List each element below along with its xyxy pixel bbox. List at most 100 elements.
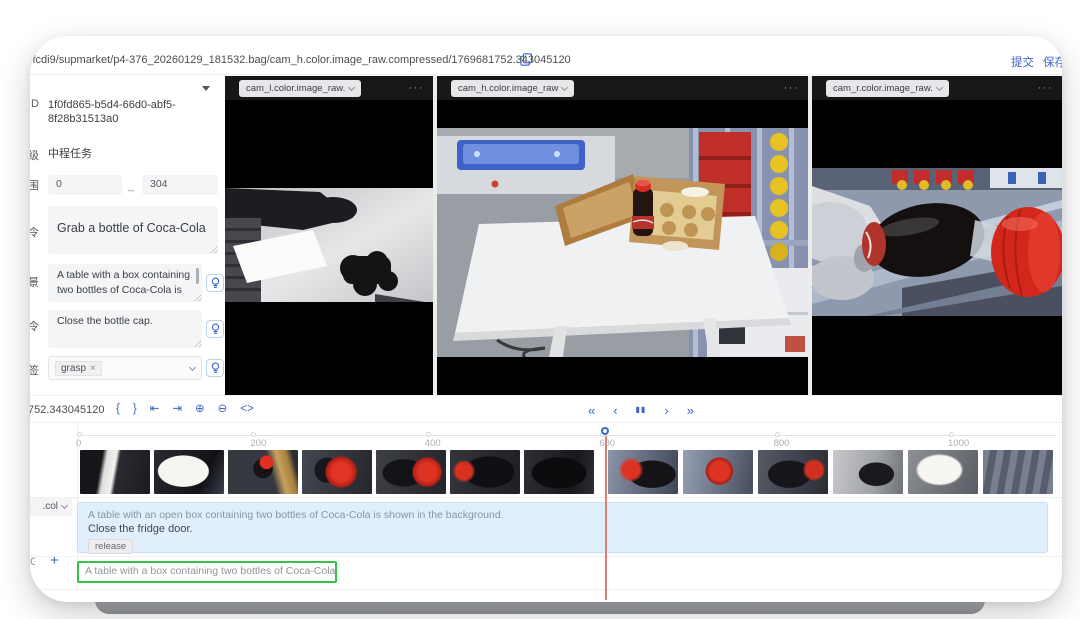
submit-button[interactable]: 提交 — [1011, 57, 1034, 69]
collapse-caret-icon[interactable] — [202, 86, 210, 91]
chevron-down-icon — [188, 363, 197, 371]
ruler-line — [80, 435, 1056, 436]
camera-topic-select[interactable]: cam_r.color.image_raw. — [826, 79, 949, 97]
annotation-app-window: zfcdi9/supmarket/p4-376_20260129_181532.… — [30, 36, 1062, 602]
lightbulb-icon — [211, 323, 219, 334]
seek-far-back-button[interactable]: « — [588, 404, 595, 417]
scene-textarea[interactable]: A table with a box containing two bottle… — [48, 264, 202, 302]
camera-menu-icon[interactable]: ··· — [1038, 82, 1054, 94]
tag-remove-icon[interactable]: × — [90, 363, 96, 374]
frame-thumbnail[interactable] — [80, 450, 150, 494]
range-start-input[interactable]: 0 — [48, 175, 122, 195]
frame-thumbnail[interactable] — [833, 450, 903, 494]
playhead-pin[interactable] — [600, 427, 609, 435]
add-annotation-button[interactable]: + — [50, 552, 59, 569]
frame-thumbnail[interactable] — [758, 450, 828, 494]
annotation-segment-1[interactable]: A table with an open box containing two … — [77, 502, 1048, 554]
frame-thumbnail[interactable] — [302, 450, 372, 494]
keyframe-out-icon[interactable]: } — [133, 404, 137, 416]
tick-dot — [425, 432, 431, 437]
background-window-edge — [95, 600, 985, 614]
field-label-scene: 景 — [30, 277, 39, 289]
field-label-instruction: 令 — [30, 227, 39, 239]
field-label-range: 围 — [30, 180, 39, 192]
instruction-textarea[interactable]: Grab a bottle of Coca-Cola — [48, 206, 218, 254]
camera-image-right — [812, 168, 1062, 316]
camera-menu-icon[interactable]: ··· — [409, 82, 425, 94]
record-id-value: 1f0fd865-b5d4-66d0-abf5-8f28b31513a0 — [48, 99, 176, 125]
ai-suggest-button[interactable] — [206, 320, 224, 338]
frame-thumbnail[interactable] — [524, 450, 594, 494]
range-end-input[interactable]: 304 — [142, 175, 218, 195]
keyframe-in-icon[interactable]: { — [116, 404, 120, 416]
annotation-command-text: Close the fridge door. — [88, 523, 193, 535]
fit-range-icon[interactable]: <> — [240, 404, 253, 416]
tick-label: 1000 — [948, 438, 970, 449]
frame-thumbnail[interactable] — [608, 450, 678, 494]
frame-thumbnail[interactable] — [983, 450, 1053, 494]
track-selector[interactable]: .col — [30, 497, 72, 516]
ai-suggest-button[interactable] — [206, 274, 224, 292]
scrollbar-thumb[interactable] — [196, 268, 199, 284]
frame-thumbnail[interactable] — [450, 450, 520, 494]
sidebar: D 1f0fd865-b5d4-66d0-abf5-8f28b31513a0 级… — [30, 76, 225, 395]
ruler[interactable]: 0 200 400 600 800 1000 — [30, 423, 1062, 449]
tag-label: grasp — [61, 362, 87, 374]
camera-panel-left: cam_l.color.image_raw. ··· — [225, 76, 433, 395]
frame-thumbnail[interactable] — [154, 450, 224, 494]
camera-image-left — [225, 188, 433, 302]
frame-thumbnail[interactable] — [908, 450, 978, 494]
zoom-in-icon[interactable]: ⊕ — [195, 404, 205, 416]
camera-panel-right: cam_r.color.image_raw. ··· — [812, 76, 1062, 395]
page: zfcdi9/supmarket/p4-376_20260129_181532.… — [0, 0, 1080, 619]
step-back-button[interactable]: ‹ — [613, 404, 617, 417]
jump-start-icon[interactable]: ⇤ — [150, 404, 160, 416]
command-textarea[interactable]: Close the bottle cap. — [48, 310, 202, 348]
lightbulb-icon — [211, 362, 219, 373]
tick-label: 200 — [250, 438, 267, 449]
chevron-down-icon — [935, 83, 943, 91]
lightbulb-icon — [211, 277, 219, 288]
camera-topic-label: cam_l.color.image_raw. — [246, 82, 346, 94]
camera-topic-label: cam_h.color.image_raw — [458, 82, 559, 94]
timeline-tools: {} ⇤ ⇥ ⊕ ⊖ <> — [116, 396, 254, 424]
field-label-id: D — [31, 98, 39, 110]
pause-button[interactable]: ▮▮ — [636, 406, 647, 414]
tick-dot — [77, 432, 82, 437]
ai-suggest-button[interactable] — [206, 359, 224, 377]
copy-icon[interactable] — [520, 53, 533, 66]
camera-topic-select[interactable]: cam_h.color.image_raw — [451, 79, 575, 97]
frame-thumbnail[interactable] — [683, 450, 753, 494]
range-separator: _ — [128, 180, 135, 192]
camera-header: cam_h.color.image_raw ··· — [437, 76, 808, 100]
save-button[interactable]: 保存 — [1043, 57, 1062, 69]
camera-topic-select[interactable]: cam_l.color.image_raw. — [239, 79, 362, 97]
tick-label: 400 — [424, 438, 441, 449]
tag-pill: grasp × — [55, 360, 102, 376]
track-label: .col — [42, 501, 58, 512]
row-divider — [30, 556, 1062, 557]
annotation-scene-text: A table with an open box containing two … — [88, 509, 504, 521]
timeline-section: .col G + 0 200 400 600 800 1000 A table with … — [30, 423, 1062, 602]
tick-dot — [774, 432, 780, 437]
step-forward-button[interactable]: › — [664, 404, 668, 417]
tick-dot — [251, 432, 257, 437]
zoom-out-icon[interactable]: ⊖ — [218, 404, 228, 416]
filmstrip — [30, 449, 1062, 495]
skill-tag-select[interactable]: grasp × — [48, 356, 202, 380]
seek-far-forward-button[interactable]: » — [687, 404, 694, 417]
frame-thumbnail[interactable] — [376, 450, 446, 494]
camera-header: cam_r.color.image_raw. ··· — [812, 76, 1062, 100]
frame-thumbnail[interactable] — [228, 450, 298, 494]
jump-end-icon[interactable]: ⇥ — [172, 404, 182, 416]
chevron-down-icon — [348, 83, 356, 91]
row-divider — [30, 497, 1062, 498]
camera-menu-icon[interactable]: ··· — [784, 82, 800, 94]
row-divider — [30, 589, 1062, 590]
tick-label: 600 — [599, 438, 616, 449]
camera-image-head — [437, 128, 808, 357]
camera-grid: cam_l.color.image_raw. ··· cam_h.color.i… — [225, 76, 1062, 395]
playhead-line[interactable] — [604, 436, 607, 600]
annotation-segment-2-selected[interactable]: A table with a box containing two bottle… — [77, 561, 337, 583]
tick-label: 0 — [76, 438, 82, 449]
